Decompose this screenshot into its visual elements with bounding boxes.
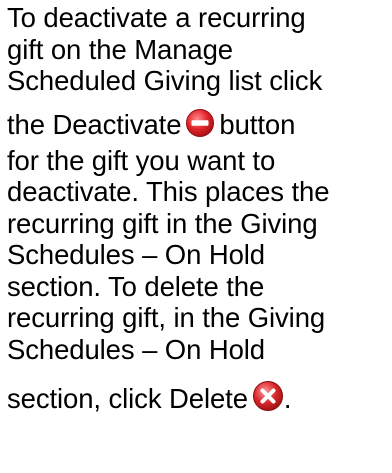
text-line: Schedules – On Hold — [7, 334, 391, 366]
instruction-text: To deactivate a recurring gift on the Ma… — [7, 2, 391, 419]
text-span: recurring gift, in the Giving — [7, 302, 326, 333]
text-span: Schedules – On Hold — [7, 333, 265, 365]
text-line: Schedules – On Hold — [7, 239, 391, 271]
text-line: To deactivate a recurring — [7, 2, 391, 34]
text-line: section, click Delete . — [7, 365, 391, 419]
text-span: To deactivate a recurring — [7, 2, 306, 33]
text-span: section. To delete the — [7, 270, 265, 302]
text-span: the Deactivate — [7, 108, 182, 140]
text-line: the Deactivate button — [7, 97, 391, 145]
text-span: section, click Delete — [7, 383, 248, 414]
text-line: Scheduled Giving list click — [7, 65, 391, 97]
text-line: for the gift you want to — [7, 145, 391, 177]
text-line: recurring gift, in the Giving — [7, 302, 391, 334]
text-line: gift on the Manage — [7, 34, 391, 66]
text-span: Schedules – On Hold — [7, 239, 265, 270]
text-span: for the gift you want to — [7, 144, 276, 176]
text-line: recurring gift in the Giving — [7, 208, 391, 240]
delete-icon — [252, 380, 284, 412]
text-span: gift on the Manage — [7, 33, 234, 65]
text-span: Scheduled Giving list click — [7, 65, 323, 96]
text-span: . — [283, 383, 292, 414]
text-span: deactivate. This places the — [7, 176, 330, 207]
text-span: button — [219, 108, 296, 140]
deactivate-icon — [185, 108, 215, 138]
text-span: recurring gift in the Giving — [7, 207, 318, 239]
text-line: section. To delete the — [7, 271, 391, 303]
text-line: deactivate. This places the — [7, 176, 391, 208]
